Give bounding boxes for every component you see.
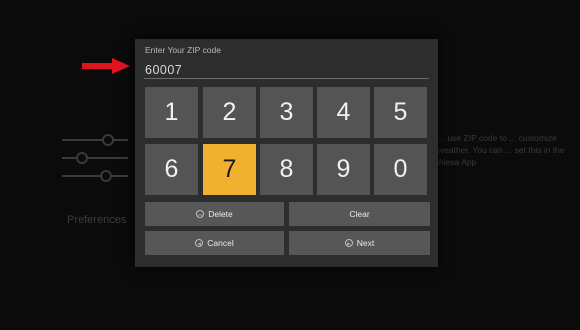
settings-sliders-icon bbox=[62, 134, 128, 182]
key-4[interactable]: 4 bbox=[317, 87, 370, 138]
key-5[interactable]: 5 bbox=[374, 87, 427, 138]
key-8[interactable]: 8 bbox=[260, 144, 313, 195]
back-icon: ◀ bbox=[195, 239, 204, 247]
zip-label: Enter Your ZIP code bbox=[145, 45, 221, 55]
key-2[interactable]: 2 bbox=[203, 87, 256, 138]
key-3[interactable]: 3 bbox=[260, 87, 313, 138]
zip-input-underline bbox=[144, 78, 429, 79]
next-label: Next bbox=[356, 238, 375, 248]
key-0[interactable]: 0 bbox=[374, 144, 427, 195]
clear-button[interactable]: Clear bbox=[289, 202, 430, 226]
zip-input[interactable]: 60007 bbox=[145, 63, 182, 77]
zip-code-dialog: Enter Your ZIP code 60007 1 2 3 4 5 6 7 … bbox=[135, 39, 438, 267]
key-9[interactable]: 9 bbox=[317, 144, 370, 195]
key-6[interactable]: 6 bbox=[145, 144, 198, 195]
delete-icon: ••• bbox=[196, 210, 205, 218]
key-7-selected[interactable]: 7 bbox=[203, 144, 256, 195]
background-description: ... use ZIP code to ... customize weathe… bbox=[438, 133, 565, 167]
cancel-label: Cancel bbox=[207, 238, 234, 248]
preferences-label: Preferences bbox=[67, 214, 127, 226]
key-1[interactable]: 1 bbox=[145, 87, 198, 138]
play-pause-icon: ▶ bbox=[344, 239, 353, 247]
red-arrow-annotation bbox=[82, 58, 130, 74]
delete-label: Delete bbox=[208, 209, 233, 219]
next-button[interactable]: ▶ Next bbox=[289, 231, 430, 255]
clear-label: Clear bbox=[349, 209, 370, 219]
cancel-button[interactable]: ◀ Cancel bbox=[145, 231, 284, 255]
delete-button[interactable]: ••• Delete bbox=[145, 202, 284, 226]
